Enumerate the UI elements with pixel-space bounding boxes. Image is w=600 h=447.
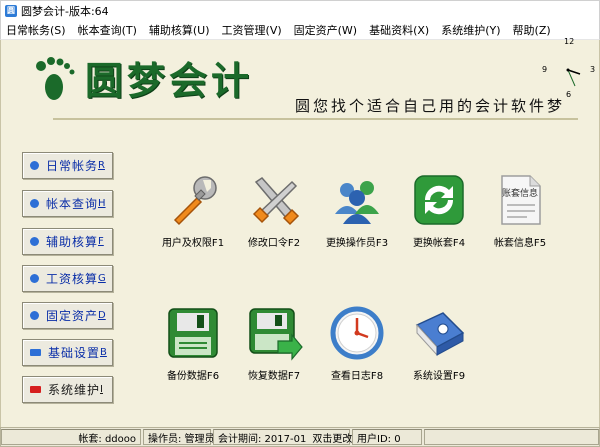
side-btn-shortcut: G: [98, 273, 106, 284]
side-btn-label: 固定资产: [46, 309, 99, 323]
tool-account-set-info[interactable]: 账套信息 帐套信息F5: [478, 170, 562, 260]
blue-bullet-icon: [30, 161, 39, 170]
slogan: 圆您找个适合自己用的会计软件梦: [295, 97, 566, 115]
document-caption: 账套信息: [501, 189, 538, 199]
status-period-value: 会计期间: 2017-01: [218, 433, 307, 445]
side-btn-label: 工资核算: [46, 272, 99, 286]
side-btn-label: 系统维护: [48, 383, 101, 397]
app-logo: 圆梦会计: [29, 50, 253, 105]
app-icon: 圆: [5, 4, 17, 17]
side-btn-ledger-query[interactable]: 帐本查询 H: [22, 190, 113, 217]
side-btn-label: 帐本查询: [46, 197, 99, 211]
title-bar: 圆 圆梦会计-版本:64: [0, 0, 600, 20]
side-btn-fixed-assets[interactable]: 固定资产 D: [22, 302, 113, 329]
blue-bullet-icon: [30, 237, 39, 246]
side-btn-shortcut: H: [98, 198, 106, 209]
menu-system-maintenance[interactable]: 系统维护(Y): [435, 22, 506, 38]
tool-backup-data[interactable]: 备份数据F6: [151, 303, 235, 393]
divider: [53, 118, 578, 120]
menu-fixed-assets[interactable]: 固定资产(W): [288, 22, 363, 38]
tool-label: 帐套信息F5: [493, 238, 547, 249]
side-btn-payroll[interactable]: 工资核算 G: [22, 265, 113, 292]
red-bullet-icon: [30, 386, 41, 393]
menu-ledger-query[interactable]: 帐本查询(T): [72, 22, 143, 38]
tool-label: 更换操作员F3: [325, 238, 389, 249]
floppy-icon: [168, 308, 218, 358]
status-account-set: 帐套: ddooo: [1, 429, 141, 445]
menu-basic-data[interactable]: 基础资料(X): [363, 22, 435, 38]
status-period[interactable]: 会计期间: 2017-01 双击更改: [213, 429, 353, 445]
clock-number-3: 3: [590, 65, 596, 74]
menu-help[interactable]: 帮助(Z): [507, 22, 557, 38]
menu-aux-accounting[interactable]: 辅助核算(U): [143, 22, 216, 38]
tool-change-password[interactable]: 修改口令F2: [232, 170, 316, 260]
clock-number-9: 9: [542, 65, 548, 74]
status-operator: 操作员: 管理员: [143, 429, 215, 445]
blue-bullet-icon: [30, 311, 39, 320]
clock-icon: [330, 306, 384, 360]
tool-label: 修改口令F2: [247, 238, 301, 249]
status-period-hint: 双击更改: [312, 433, 353, 445]
blue-bullet-icon: [30, 274, 39, 283]
main-panel: 圆梦会计 圆您找个适合自己用的会计软件梦 12 3 6 9 日常帐务 R 帐本查…: [0, 37, 600, 427]
analog-clock: 12 3 6 9: [538, 37, 598, 100]
side-btn-shortcut: B: [100, 347, 107, 358]
menu-bar: 日常帐务(S) 帐本查询(T) 辅助核算(U) 工资管理(V) 固定资产(W) …: [0, 20, 600, 40]
tool-label: 系统设置F9: [412, 371, 466, 382]
logo-text: 圆梦会计: [85, 58, 254, 103]
tool-switch-account-set[interactable]: 更换帐套F4: [397, 170, 481, 260]
window-title: 圆梦会计-版本:64: [21, 4, 109, 18]
book-settings-icon: [415, 312, 465, 357]
users-icon: [335, 181, 379, 224]
tool-label: 更换帐套F4: [412, 238, 466, 249]
tool-user-permissions[interactable]: 用户及权限F1: [151, 170, 235, 260]
side-btn-label: 基础设置: [48, 346, 101, 360]
tool-view-log[interactable]: 查看日志F8: [315, 303, 399, 393]
tool-restore-data[interactable]: 恢复数据F7: [232, 303, 316, 393]
tool-label: 备份数据F6: [166, 371, 220, 382]
side-btn-shortcut: R: [98, 160, 105, 171]
side-btn-aux-accounting[interactable]: 辅助核算 F: [22, 228, 113, 255]
tools-icon: [252, 177, 300, 226]
tool-label: 查看日志F8: [330, 371, 384, 382]
footprint-icon: [29, 53, 79, 103]
blue-bullet-icon: [30, 349, 41, 356]
side-btn-label: 辅助核算: [46, 235, 99, 249]
tool-switch-operator[interactable]: 更换操作员F3: [315, 170, 399, 260]
status-empty: [424, 429, 599, 445]
clock-number-6: 6: [566, 90, 572, 99]
blue-bullet-icon: [30, 199, 39, 208]
menu-payroll[interactable]: 工资管理(V): [216, 22, 288, 38]
side-btn-shortcut: D: [98, 310, 106, 321]
clock-number-12: 12: [564, 37, 575, 46]
status-user-id: 用户ID: 0: [352, 429, 422, 445]
menu-daily-accounts[interactable]: 日常帐务(S): [1, 22, 72, 38]
status-bar: 帐套: ddooo 操作员: 管理员 会计期间: 2017-01 双击更改 用户…: [0, 427, 600, 447]
tool-label: 用户及权限F1: [161, 238, 225, 249]
side-btn-basic-settings[interactable]: 基础设置 B: [22, 339, 113, 366]
document-icon: [501, 175, 541, 225]
side-btn-label: 日常帐务: [46, 159, 99, 173]
wrench-icon: [173, 176, 217, 226]
refresh-icon: [414, 175, 464, 225]
side-btn-daily-accounts[interactable]: 日常帐务 R: [22, 152, 113, 179]
side-btn-shortcut: I: [100, 384, 103, 395]
floppy-restore-icon: [249, 308, 303, 361]
tool-label: 恢复数据F7: [247, 371, 301, 382]
side-btn-shortcut: F: [98, 236, 104, 247]
side-btn-system-maintenance[interactable]: 系统维护 I: [22, 376, 113, 403]
tool-system-settings[interactable]: 系统设置F9: [397, 303, 481, 393]
